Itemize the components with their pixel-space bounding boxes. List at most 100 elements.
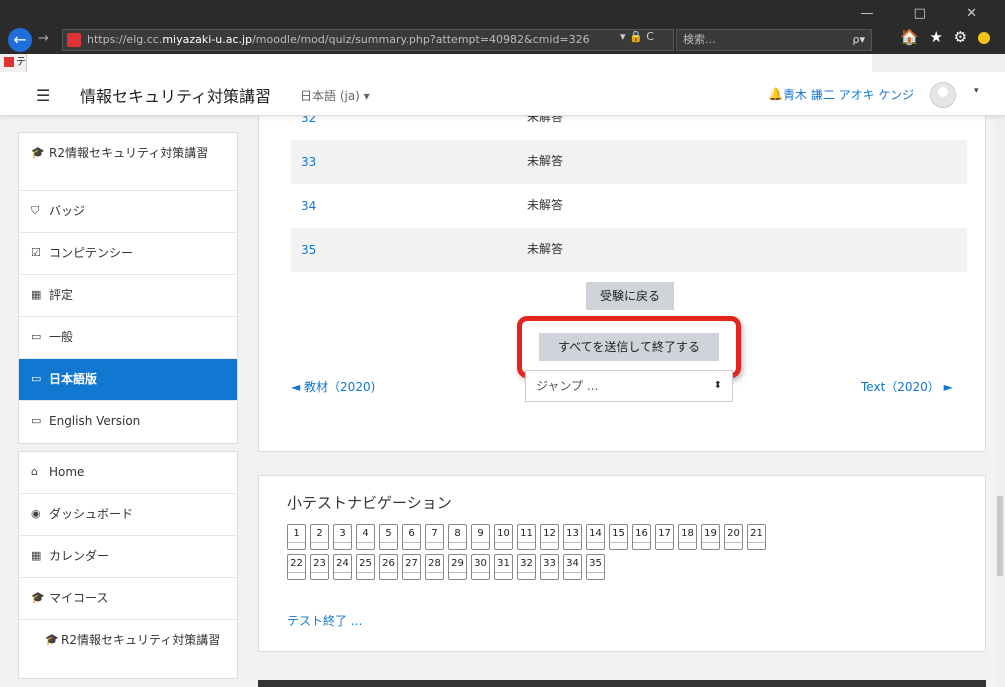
question-nav-button[interactable]: 21 bbox=[747, 524, 766, 550]
language-menu[interactable]: 日本語 (ja) ▾ bbox=[300, 87, 370, 104]
scrollbar-thumb[interactable] bbox=[997, 496, 1003, 576]
return-to-attempt-button[interactable]: 受験に戻る bbox=[586, 282, 674, 310]
sidebar-item-calendar[interactable]: ▦ カレンダー bbox=[19, 536, 237, 578]
smiley-icon[interactable] bbox=[977, 31, 990, 44]
question-nav-button[interactable]: 30 bbox=[471, 554, 490, 580]
question-nav-button[interactable]: 2 bbox=[310, 524, 329, 550]
question-nav-button[interactable]: 24 bbox=[333, 554, 352, 580]
back-arrow-icon[interactable]: ← bbox=[8, 28, 32, 52]
question-number[interactable]: 33 bbox=[301, 155, 316, 169]
next-activity-link[interactable]: Text（2020） ► bbox=[861, 378, 953, 395]
sidebar-item-course[interactable]: 🎓 R2情報セキュリティ対策講習 bbox=[19, 133, 237, 191]
graduation-cap-icon: 🎓 bbox=[31, 146, 45, 159]
refresh-icon[interactable]: ▾ 🔒 C bbox=[620, 30, 654, 43]
sidebar-item-badges[interactable]: ⛉ バッジ bbox=[19, 191, 237, 233]
table-icon: ▦ bbox=[31, 288, 42, 301]
question-nav-button[interactable]: 32 bbox=[517, 554, 536, 580]
home-favorites-settings-icons[interactable]: 🏠 ★ ⚙ bbox=[900, 28, 990, 46]
site-title[interactable]: 情報セキュリティ対策講習 bbox=[80, 83, 271, 107]
question-number[interactable]: 34 bbox=[301, 199, 316, 213]
sidebar-item-dashboard[interactable]: ◉ ダッシュボード bbox=[19, 494, 237, 536]
question-nav-button[interactable]: 11 bbox=[517, 524, 536, 550]
question-nav-button[interactable]: 7 bbox=[425, 524, 444, 550]
question-nav-button[interactable]: 33 bbox=[540, 554, 559, 580]
question-nav-button[interactable]: 5 bbox=[379, 524, 398, 550]
question-nav-button[interactable]: 25 bbox=[356, 554, 375, 580]
footer-bar bbox=[258, 680, 986, 687]
window-controls[interactable]: — □ ✕ bbox=[861, 6, 995, 21]
question-nav-button[interactable]: 3 bbox=[333, 524, 352, 550]
jump-select[interactable]: ジャンプ ... ⬍ bbox=[525, 370, 733, 402]
user-name[interactable]: 青木 謙二 アオキ ケンジ bbox=[783, 86, 914, 103]
quiz-nav-title: 小テストナビゲーション bbox=[287, 494, 452, 512]
question-nav-button[interactable]: 31 bbox=[494, 554, 513, 580]
avatar[interactable] bbox=[930, 82, 956, 108]
sidebar-item-competencies[interactable]: ☑ コンピテンシー bbox=[19, 233, 237, 275]
question-nav-button[interactable]: 28 bbox=[425, 554, 444, 580]
sidebar-item-japanese[interactable]: ▭ 日本語版 bbox=[19, 359, 237, 401]
dashboard-icon: ◉ bbox=[31, 507, 41, 520]
question-number[interactable]: 35 bbox=[301, 243, 316, 257]
user-menu-caret-icon[interactable]: ▾ bbox=[974, 86, 979, 96]
sidebar-item-grades[interactable]: ▦ 評定 bbox=[19, 275, 237, 317]
address-row: ← → https://elg.cc.miyazaki-u.ac.jp/mood… bbox=[0, 26, 1005, 54]
sidebar-item-general[interactable]: ▭ 一般 bbox=[19, 317, 237, 359]
finish-attempt-link[interactable]: テスト終了 ... bbox=[287, 612, 362, 629]
question-nav-button[interactable]: 6 bbox=[402, 524, 421, 550]
calendar-icon: ▦ bbox=[31, 549, 42, 562]
question-nav-button[interactable]: 12 bbox=[540, 524, 559, 550]
sidebar-item-course-link[interactable]: 🎓 R2情報セキュリティ対策講習 bbox=[19, 620, 237, 678]
question-nav-button[interactable]: 4 bbox=[356, 524, 375, 550]
question-nav-button[interactable]: 8 bbox=[448, 524, 467, 550]
question-nav-button[interactable]: 22 bbox=[287, 554, 306, 580]
question-nav-button[interactable]: 16 bbox=[632, 524, 651, 550]
question-nav-button[interactable]: 18 bbox=[678, 524, 697, 550]
tab-strip bbox=[26, 54, 872, 72]
shield-icon: ⛉ bbox=[31, 204, 40, 217]
question-nav-button[interactable]: 34 bbox=[563, 554, 582, 580]
bell-icon[interactable]: 🔔 bbox=[768, 87, 783, 101]
question-nav-button[interactable]: 9 bbox=[471, 524, 490, 550]
question-nav-button[interactable]: 13 bbox=[563, 524, 582, 550]
folder-icon: ▭ bbox=[31, 414, 42, 427]
question-nav-button[interactable]: 20 bbox=[724, 524, 743, 550]
sidebar-item-home[interactable]: ⌂ Home bbox=[19, 452, 237, 494]
question-nav-button[interactable]: 29 bbox=[448, 554, 467, 580]
question-nav-button[interactable]: 17 bbox=[655, 524, 674, 550]
tab-row: テ bbox=[0, 54, 1005, 72]
sidebar-item-my-courses[interactable]: 🎓 マイコース bbox=[19, 578, 237, 620]
search-icon[interactable]: ρ▾ bbox=[852, 30, 865, 50]
question-nav-button[interactable]: 23 bbox=[310, 554, 329, 580]
question-nav-button[interactable]: 14 bbox=[586, 524, 605, 550]
prev-activity-link[interactable]: ◄ 教材（2020) bbox=[291, 378, 375, 395]
question-nav-button[interactable]: 35 bbox=[586, 554, 605, 580]
question-nav-button[interactable]: 10 bbox=[494, 524, 513, 550]
folder-icon: ▭ bbox=[31, 372, 42, 385]
question-status: 未解答 bbox=[527, 242, 564, 256]
question-nav-button[interactable]: 27 bbox=[402, 554, 421, 580]
url-domain: miyazaki-u.ac.jp bbox=[162, 33, 253, 46]
sidebar: 🎓 R2情報セキュリティ対策講習 ⛉ バッジ ☑ コンピテンシー ▦ 評定 ▭ 一般 ▭ 日… bbox=[18, 132, 238, 686]
table-row: 33 未解答 bbox=[291, 140, 967, 184]
forward-arrow-icon[interactable]: → bbox=[38, 31, 49, 46]
table-row: 35 未解答 bbox=[291, 228, 967, 272]
question-nav-button[interactable]: 19 bbox=[701, 524, 720, 550]
address-bar[interactable]: https://elg.cc.miyazaki-u.ac.jp/moodle/m… bbox=[62, 29, 674, 51]
course-nav-group: 🎓 R2情報セキュリティ対策講習 ⛉ バッジ ☑ コンピテンシー ▦ 評定 ▭ 一般 ▭ 日… bbox=[18, 132, 238, 444]
graduation-cap-icon: 🎓 bbox=[45, 633, 59, 646]
question-grid: 1 2 3 4 5 6 7 8 9 10 11 12 13 14 15 16 17 18 19 20 21 22 23 24… bbox=[287, 524, 977, 584]
browser-tab[interactable]: テ bbox=[4, 55, 26, 71]
url-path: /moodle/mod/quiz/summary.php?attempt=409… bbox=[252, 33, 590, 46]
table-row: 34 未解答 bbox=[291, 184, 967, 228]
folder-icon: ▭ bbox=[31, 330, 42, 343]
page-scrollbar[interactable] bbox=[995, 116, 1005, 687]
hamburger-menu-icon[interactable]: ☰ bbox=[36, 86, 50, 105]
question-status: 未解答 bbox=[527, 154, 564, 168]
question-nav-button[interactable]: 26 bbox=[379, 554, 398, 580]
question-nav-button[interactable]: 15 bbox=[609, 524, 628, 550]
sidebar-item-english[interactable]: ▭ English Version bbox=[19, 401, 237, 443]
question-nav-button[interactable]: 1 bbox=[287, 524, 306, 550]
search-input[interactable]: 検索... ρ▾ bbox=[676, 29, 872, 51]
browser-chrome: — □ ✕ ← → https://elg.cc.miyazaki-u.ac.j… bbox=[0, 0, 1005, 72]
submit-all-and-finish-button[interactable]: すべてを送信して終了する bbox=[539, 333, 719, 361]
